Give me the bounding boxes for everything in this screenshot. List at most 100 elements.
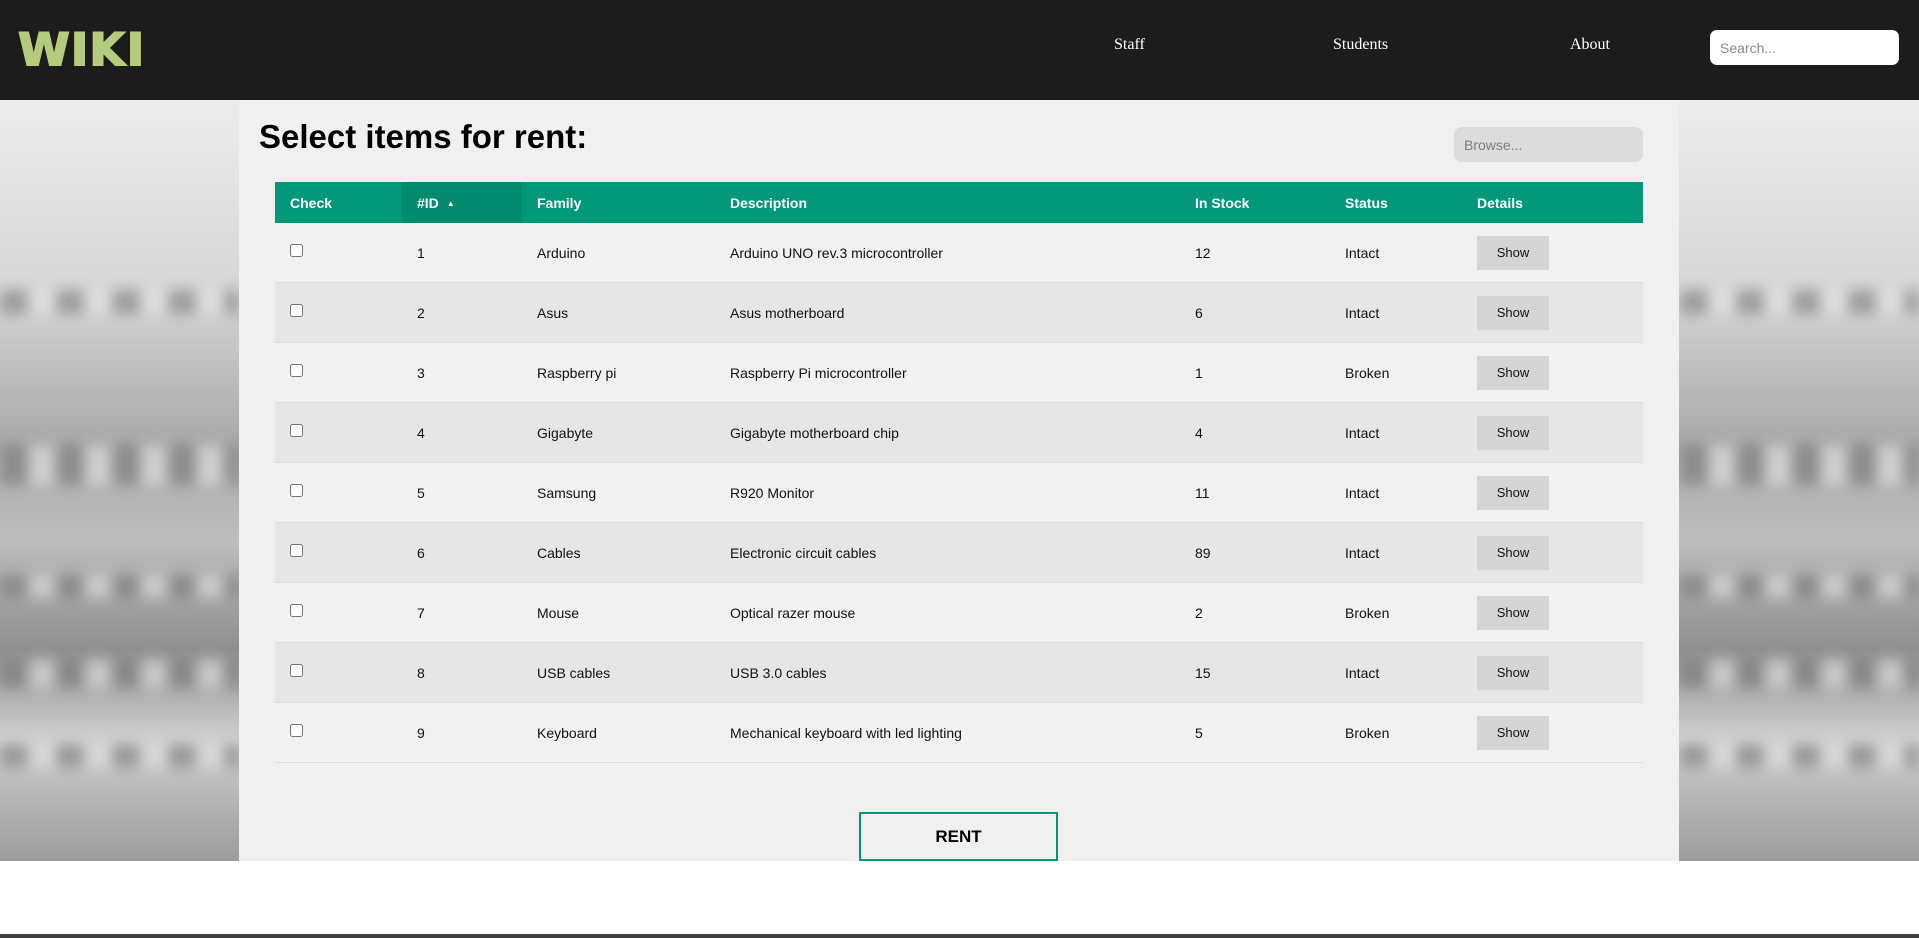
row-family: Samsung bbox=[522, 462, 715, 523]
row-checkbox[interactable] bbox=[290, 603, 303, 617]
table-row: 1 Arduino Arduino UNO rev.3 microcontrol… bbox=[275, 223, 1643, 283]
row-check-cell bbox=[275, 702, 402, 763]
top-navbar: WIKI Staff Students About bbox=[0, 0, 1919, 100]
row-checkbox[interactable] bbox=[290, 543, 303, 557]
table-row: 2 Asus Asus motherboard 6 Intact Show bbox=[275, 282, 1643, 343]
caret-up-icon: ▲ bbox=[446, 198, 455, 208]
row-stock: 6 bbox=[1180, 282, 1330, 343]
column-header-id[interactable]: #ID ▲ bbox=[402, 182, 522, 223]
row-status: Intact bbox=[1330, 522, 1462, 583]
row-details-cell: Show bbox=[1462, 702, 1643, 763]
row-checkbox[interactable] bbox=[290, 363, 303, 377]
table-row: 8 USB cables USB 3.0 cables 15 Intact Sh… bbox=[275, 642, 1643, 703]
row-details-cell: Show bbox=[1462, 462, 1643, 523]
row-stock: 2 bbox=[1180, 582, 1330, 643]
row-family: Keyboard bbox=[522, 702, 715, 763]
row-stock: 15 bbox=[1180, 642, 1330, 703]
show-details-button[interactable]: Show bbox=[1477, 415, 1549, 450]
row-id: 9 bbox=[402, 702, 522, 763]
row-id: 2 bbox=[402, 282, 522, 343]
items-table: Check #ID ▲ Family Description In Stock S… bbox=[275, 182, 1643, 763]
row-id: 5 bbox=[402, 462, 522, 523]
row-description: Raspberry Pi microcontroller bbox=[715, 342, 1180, 403]
row-checkbox[interactable] bbox=[290, 423, 303, 437]
row-status: Intact bbox=[1330, 402, 1462, 463]
row-details-cell: Show bbox=[1462, 582, 1643, 643]
column-header-details[interactable]: Details bbox=[1462, 182, 1643, 223]
table-header-row: Check #ID ▲ Family Description In Stock S… bbox=[275, 182, 1643, 223]
row-details-cell: Show bbox=[1462, 282, 1643, 343]
row-status: Intact bbox=[1330, 642, 1462, 703]
row-status: Broken bbox=[1330, 342, 1462, 403]
row-details-cell: Show bbox=[1462, 522, 1643, 583]
table-row: 4 Gigabyte Gigabyte motherboard chip 4 I… bbox=[275, 402, 1643, 463]
row-check-cell bbox=[275, 642, 402, 703]
row-id: 1 bbox=[402, 223, 522, 283]
nav-link-staff[interactable]: Staff bbox=[1114, 36, 1145, 54]
row-description: Electronic circuit cables bbox=[715, 522, 1180, 583]
row-stock: 11 bbox=[1180, 462, 1330, 523]
row-check-cell bbox=[275, 342, 402, 403]
show-details-button[interactable]: Show bbox=[1477, 655, 1549, 690]
column-header-description[interactable]: Description bbox=[715, 182, 1180, 223]
row-description: USB 3.0 cables bbox=[715, 642, 1180, 703]
row-family: Gigabyte bbox=[522, 402, 715, 463]
row-check-cell bbox=[275, 462, 402, 523]
row-checkbox[interactable] bbox=[290, 303, 303, 317]
search-input[interactable] bbox=[1710, 30, 1899, 65]
row-family: USB cables bbox=[522, 642, 715, 703]
show-details-button[interactable]: Show bbox=[1477, 355, 1549, 390]
row-checkbox[interactable] bbox=[290, 243, 303, 257]
row-check-cell bbox=[275, 282, 402, 343]
show-details-button[interactable]: Show bbox=[1477, 595, 1549, 630]
table-row: 3 Raspberry pi Raspberry Pi microcontrol… bbox=[275, 342, 1643, 403]
table-row: 5 Samsung R920 Monitor 11 Intact Show bbox=[275, 462, 1643, 523]
row-status: Broken bbox=[1330, 582, 1462, 643]
column-header-status[interactable]: Status bbox=[1330, 182, 1462, 223]
column-header-in-stock[interactable]: In Stock bbox=[1180, 182, 1330, 223]
row-status: Intact bbox=[1330, 223, 1462, 283]
page-title: Select items for rent: bbox=[259, 118, 588, 155]
row-status: Intact bbox=[1330, 462, 1462, 523]
nav-link-about[interactable]: About bbox=[1570, 36, 1610, 54]
table-row: 6 Cables Electronic circuit cables 89 In… bbox=[275, 522, 1643, 583]
row-family: Raspberry pi bbox=[522, 342, 715, 403]
row-family: Asus bbox=[522, 282, 715, 343]
column-header-check[interactable]: Check bbox=[275, 182, 402, 223]
row-family: Mouse bbox=[522, 582, 715, 643]
row-stock: 12 bbox=[1180, 223, 1330, 283]
row-checkbox[interactable] bbox=[290, 723, 303, 737]
rent-button[interactable]: RENT bbox=[859, 812, 1058, 861]
show-details-button[interactable]: Show bbox=[1477, 295, 1549, 330]
row-family: Cables bbox=[522, 522, 715, 583]
row-status: Intact bbox=[1330, 282, 1462, 343]
row-id: 7 bbox=[402, 582, 522, 643]
show-details-button[interactable]: Show bbox=[1477, 715, 1549, 750]
rent-panel: Select items for rent: Check #ID ▲ Family… bbox=[239, 100, 1679, 861]
row-description: R920 Monitor bbox=[715, 462, 1180, 523]
show-details-button[interactable]: Show bbox=[1477, 475, 1549, 510]
row-status: Broken bbox=[1330, 702, 1462, 763]
row-description: Optical razer mouse bbox=[715, 582, 1180, 643]
row-stock: 5 bbox=[1180, 702, 1330, 763]
row-details-cell: Show bbox=[1462, 642, 1643, 703]
column-header-family[interactable]: Family bbox=[522, 182, 715, 223]
row-description: Gigabyte motherboard chip bbox=[715, 402, 1180, 463]
row-description: Arduino UNO rev.3 microcontroller bbox=[715, 223, 1180, 283]
show-details-button[interactable]: Show bbox=[1477, 535, 1549, 570]
wiki-logo[interactable]: WIKI bbox=[18, 24, 145, 78]
row-checkbox[interactable] bbox=[290, 663, 303, 677]
table-row: 9 Keyboard Mechanical keyboard with led … bbox=[275, 702, 1643, 763]
row-check-cell bbox=[275, 582, 402, 643]
bottom-strip bbox=[0, 934, 1919, 938]
row-id: 6 bbox=[402, 522, 522, 583]
nav-link-students[interactable]: Students bbox=[1333, 36, 1388, 54]
show-details-button[interactable]: Show bbox=[1477, 235, 1549, 270]
row-description: Mechanical keyboard with led lighting bbox=[715, 702, 1180, 763]
row-checkbox[interactable] bbox=[290, 483, 303, 497]
row-check-cell bbox=[275, 402, 402, 463]
row-details-cell: Show bbox=[1462, 342, 1643, 403]
browse-input[interactable] bbox=[1454, 127, 1643, 162]
row-check-cell bbox=[275, 223, 402, 283]
row-stock: 89 bbox=[1180, 522, 1330, 583]
